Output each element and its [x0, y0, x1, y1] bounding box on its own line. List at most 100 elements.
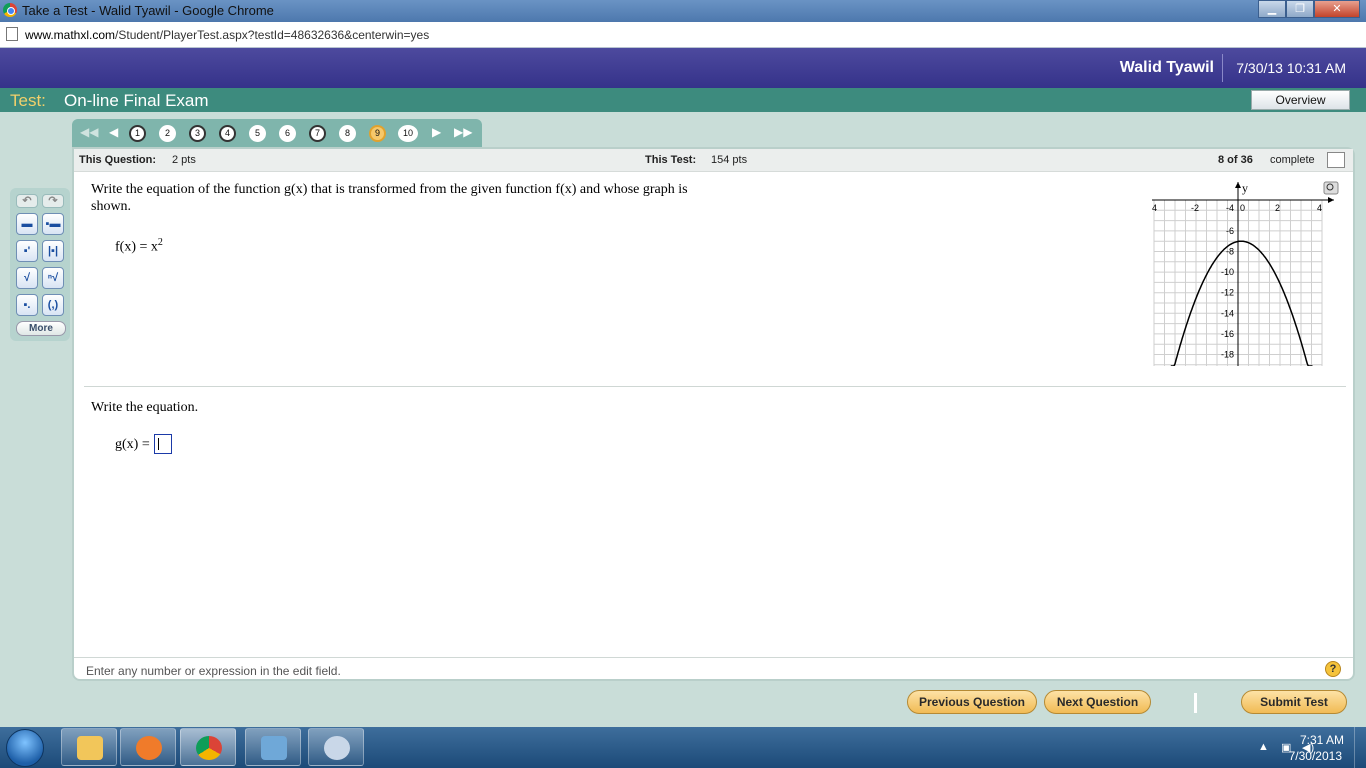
chrome-icon [3, 3, 17, 17]
exponent-icon[interactable]: ▪' [16, 240, 38, 262]
redo-icon[interactable]: ↷ [42, 194, 64, 208]
test-bar: Test: On-line Final Exam Overview [0, 88, 1366, 112]
hint-divider [74, 657, 1353, 658]
this-test-label: This Test: [645, 154, 697, 166]
this-question-label: This Question: [79, 154, 156, 166]
minimize-button[interactable]: ▁ [1258, 0, 1286, 18]
section-divider [84, 386, 1346, 387]
y-tick-label: -14 [1221, 308, 1234, 318]
taskbar-paint[interactable] [308, 728, 364, 766]
question-number-6[interactable]: 6 [279, 125, 296, 142]
question-prompt-line-1: Write the equation of the function g(x) … [91, 182, 688, 197]
zoom-icon[interactable] [1323, 181, 1339, 195]
square-root-icon[interactable]: √ [16, 267, 38, 289]
window-title: Take a Test - Walid Tyawil - Google Chro… [22, 3, 274, 18]
x-tick-label: -4 [1152, 203, 1157, 213]
mixed-fraction-icon[interactable]: ▪▬ [42, 213, 64, 235]
popout-icon[interactable] [1327, 152, 1345, 168]
browser-title-bar: Take a Test - Walid Tyawil - Google Chro… [0, 0, 1366, 22]
x-tick-label: 4 [1317, 203, 1322, 213]
window-controls: ▁ ❐ ✕ [1258, 0, 1360, 18]
address-bar[interactable]: www.mathxl.com/Student/PlayerTest.aspx?t… [0, 22, 1366, 48]
header-datetime: 7/30/13 10:31 AM [1236, 60, 1346, 76]
first-question-icon[interactable]: ◀◀ [80, 125, 98, 139]
nth-root-icon[interactable]: ⁿ√ [42, 267, 64, 289]
previous-question-button[interactable]: Previous Question [907, 690, 1037, 714]
question-navigator: ◀◀ ◀ 1 2 3 4 5 6 7 8 9 10 ▶ ▶▶ [72, 119, 482, 147]
this-question-value: 2 pts [172, 154, 196, 166]
question-number-8[interactable]: 8 [339, 125, 356, 142]
taskbar-explorer[interactable] [61, 728, 117, 766]
taskbar-media-player[interactable] [120, 728, 176, 766]
paint-icon [324, 736, 350, 760]
answer-label: g(x) = [115, 437, 150, 452]
y-tick-label: -10 [1221, 267, 1234, 277]
user-name: Walid Tyawil [1119, 59, 1214, 76]
test-label: Test: [10, 91, 46, 110]
taskbar-chrome[interactable] [180, 728, 236, 766]
y-axis-arrow [1235, 182, 1241, 188]
question-number-2[interactable]: 2 [159, 125, 176, 142]
close-button[interactable]: ✕ [1314, 0, 1360, 18]
next-question-icon[interactable]: ▶ [432, 125, 441, 139]
page-icon [6, 27, 18, 41]
prev-question-icon[interactable]: ◀ [109, 125, 118, 139]
absolute-value-icon[interactable]: |▪| [42, 240, 64, 262]
x-tick-label: 2 [1275, 203, 1280, 213]
question-number-9[interactable]: 9 [369, 125, 386, 142]
header-divider [1222, 54, 1223, 82]
graph-tick-labels: -4 -2 0 2 4 -4 -6 -8 -10 -12 -14 -16 -18 [1152, 203, 1322, 360]
clock-date[interactable]: 7/30/2013 [1289, 749, 1342, 763]
answer-prompt: Write the equation. [91, 400, 199, 415]
y-axis-label: y [1242, 181, 1248, 195]
windows-taskbar: ▲ ▣ ◀) 7:31 AM 7/30/2013 [0, 727, 1366, 768]
graph-curve [1170, 240, 1313, 366]
chrome-icon [196, 736, 222, 760]
progress-label: complete [1270, 154, 1315, 166]
y-tick-label: -8 [1226, 247, 1234, 257]
undo-icon[interactable]: ↶ [16, 194, 38, 208]
y-tick-label: -12 [1221, 288, 1234, 298]
show-desktop-button[interactable] [1354, 727, 1366, 768]
media-player-icon [136, 736, 162, 760]
question-number-7[interactable]: 7 [309, 125, 326, 142]
y-tick-label: -16 [1221, 329, 1234, 339]
question-prompt-line-2: shown. [91, 199, 132, 214]
url-text[interactable]: www.mathxl.com/Student/PlayerTest.aspx?t… [25, 28, 429, 42]
maximize-button[interactable]: ❐ [1286, 0, 1314, 18]
button-separator [1194, 693, 1197, 713]
submit-test-button[interactable]: Submit Test [1241, 690, 1347, 714]
start-button[interactable] [6, 729, 44, 767]
y-tick-label: -4 [1226, 203, 1234, 213]
x-tick-label: 0 [1240, 203, 1245, 213]
math-palette: ↶ ↷ ▬ ▪▬ ▪' |▪| √ ⁿ√ ▪. (,) More [10, 188, 70, 341]
hint-text: Enter any number or expression in the ed… [86, 664, 341, 678]
given-function: f(x) = x2 [115, 237, 163, 255]
progress-count: 8 of 36 [1218, 154, 1253, 166]
answer-input[interactable] [154, 434, 172, 454]
question-info-bar: This Question: 2 pts This Test: 154 pts … [74, 149, 1353, 172]
test-name: On-line Final Exam [64, 91, 209, 110]
question-number-5[interactable]: 5 [249, 125, 266, 142]
question-number-1[interactable]: 1 [129, 125, 146, 142]
question-number-4[interactable]: 4 [219, 125, 236, 142]
fraction-icon[interactable]: ▬ [16, 213, 38, 235]
help-icon[interactable]: ? [1325, 661, 1341, 677]
clock-time[interactable]: 7:31 AM [1300, 733, 1344, 747]
ordered-pair-icon[interactable]: (,) [42, 294, 64, 316]
y-tick-label: -18 [1221, 350, 1234, 360]
subscript-icon[interactable]: ▪. [16, 294, 38, 316]
x-axis-arrow [1328, 197, 1334, 203]
last-question-icon[interactable]: ▶▶ [454, 125, 472, 139]
next-question-button[interactable]: Next Question [1044, 690, 1151, 714]
folder-icon [77, 736, 103, 760]
question-panel: This Question: 2 pts This Test: 154 pts … [72, 147, 1355, 681]
more-button[interactable]: More [16, 321, 66, 336]
question-number-3[interactable]: 3 [189, 125, 206, 142]
app-header: Walid Tyawil 7/30/13 10:31 AM [0, 48, 1366, 88]
question-number-10[interactable]: 10 [398, 125, 418, 142]
show-hidden-icons-icon[interactable]: ▲ [1258, 741, 1269, 753]
overview-button[interactable]: Overview [1251, 90, 1350, 110]
taskbar-photo-viewer[interactable] [245, 728, 301, 766]
this-test-value: 154 pts [711, 154, 748, 166]
